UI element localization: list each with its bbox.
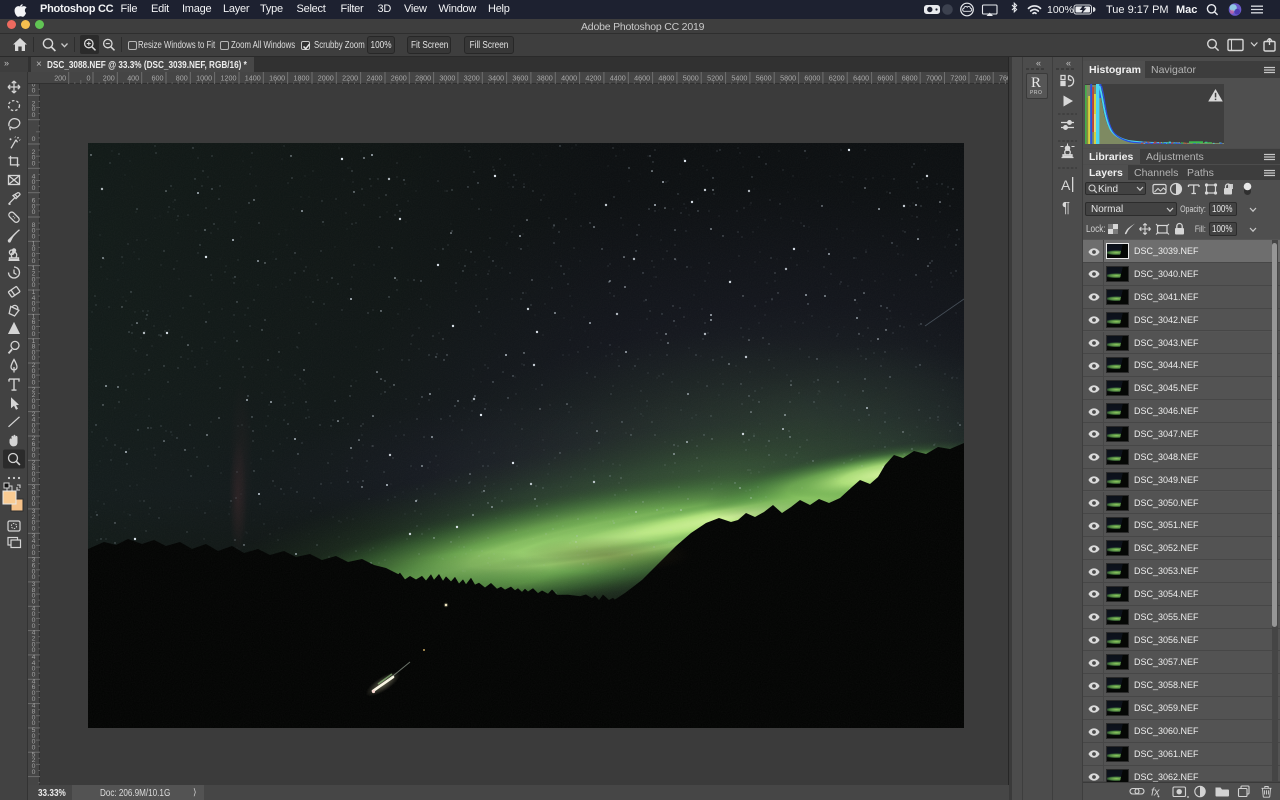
svg-text:100%: 100% [1047, 4, 1074, 16]
svg-text:Mac: Mac [1176, 4, 1197, 16]
svg-text:3800: 3800 [537, 74, 553, 83]
svg-text:4000: 4000 [561, 74, 577, 83]
svg-text:2000: 2000 [318, 74, 334, 83]
svg-text:6000: 6000 [804, 74, 820, 83]
svg-text:0: 0 [32, 136, 36, 143]
svg-text:1000: 1000 [196, 74, 212, 83]
svg-text:0: 0 [32, 112, 36, 119]
svg-text:0: 0 [32, 404, 36, 411]
svg-text:2200: 2200 [342, 74, 358, 83]
svg-text:A: A [1061, 177, 1071, 193]
svg-text:600: 600 [152, 74, 164, 83]
svg-text:4800: 4800 [658, 74, 674, 83]
svg-text:1400: 1400 [245, 74, 261, 83]
svg-text:5400: 5400 [731, 74, 747, 83]
svg-text:0: 0 [32, 258, 36, 265]
svg-text:400: 400 [127, 74, 139, 83]
svg-text:6600: 6600 [877, 74, 893, 83]
svg-text:0: 0 [32, 501, 36, 508]
svg-text:4600: 4600 [634, 74, 650, 83]
svg-text:0: 0 [32, 574, 36, 581]
svg-text:3600: 3600 [512, 74, 528, 83]
svg-text:200: 200 [54, 74, 66, 83]
svg-text:6400: 6400 [853, 74, 869, 83]
svg-text:200: 200 [103, 74, 115, 83]
svg-text:0: 0 [32, 331, 36, 338]
svg-text:4400: 4400 [610, 74, 626, 83]
svg-text:¶: ¶ [1062, 199, 1070, 216]
svg-text:800: 800 [176, 74, 188, 83]
svg-text:0: 0 [32, 769, 36, 776]
svg-text:2400: 2400 [367, 74, 383, 83]
svg-text:2800: 2800 [415, 74, 431, 83]
svg-text:5800: 5800 [780, 74, 796, 83]
svg-text:3400: 3400 [488, 74, 504, 83]
svg-text:5000: 5000 [683, 74, 699, 83]
svg-text:3000: 3000 [439, 74, 455, 83]
svg-text:4200: 4200 [585, 74, 601, 83]
svg-text:0: 0 [32, 161, 36, 168]
svg-text:6800: 6800 [902, 74, 918, 83]
svg-text:Tue 9:17 PM: Tue 9:17 PM [1106, 4, 1169, 16]
svg-text:7200: 7200 [950, 74, 966, 83]
svg-text:5200: 5200 [707, 74, 723, 83]
svg-text:0: 0 [32, 744, 36, 751]
svg-text:2600: 2600 [391, 74, 407, 83]
svg-text:6200: 6200 [829, 74, 845, 83]
svg-text:5600: 5600 [756, 74, 772, 83]
svg-text:1600: 1600 [269, 74, 285, 83]
svg-text:0: 0 [32, 88, 36, 95]
svg-text:1200: 1200 [221, 74, 237, 83]
svg-text:7400: 7400 [975, 74, 991, 83]
svg-text:0: 0 [32, 209, 36, 216]
svg-text:3200: 3200 [464, 74, 480, 83]
svg-text:0: 0 [87, 74, 91, 83]
svg-text:0: 0 [32, 647, 36, 654]
svg-text:7000: 7000 [926, 74, 942, 83]
svg-text:0: 0 [32, 477, 36, 484]
svg-text:0: 0 [32, 185, 36, 192]
svg-text:1800: 1800 [294, 74, 310, 83]
